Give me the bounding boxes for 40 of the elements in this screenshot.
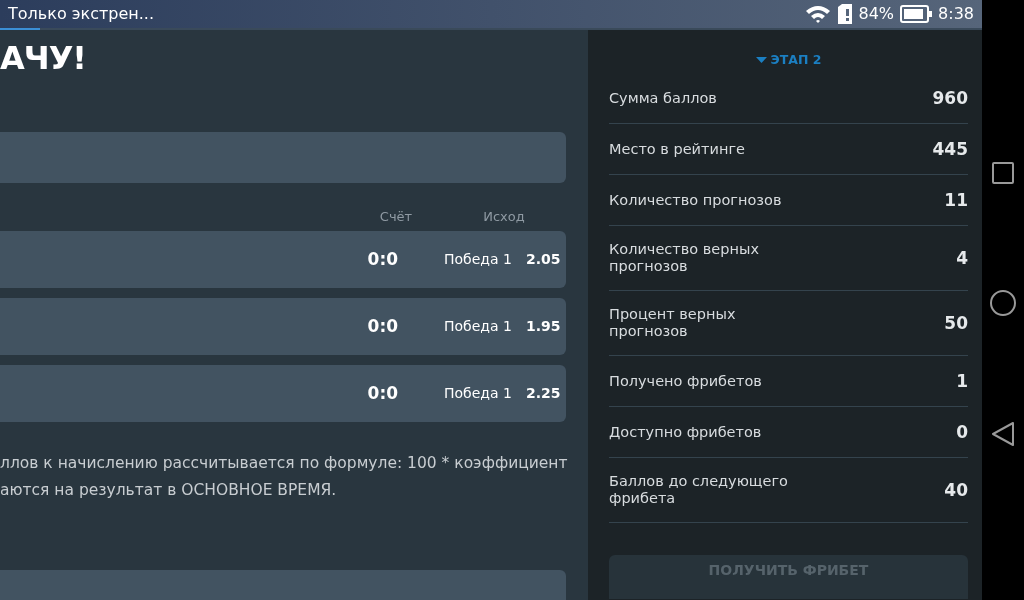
match-row[interactable]: 0:0 Победа 1 1.95 [0, 298, 566, 355]
wifi-icon [804, 4, 831, 24]
score-text: 0:0 [367, 314, 399, 338]
page-title: АЧУ! [0, 38, 87, 79]
stat-value: 50 [944, 314, 968, 332]
rules-text: ллов к начислению рассчитывается по формуле: 100 * коэффициент [0, 453, 566, 474]
sim-card-icon [836, 4, 853, 24]
home-icon[interactable] [989, 289, 1017, 317]
battery-percent: 84% [858, 3, 895, 25]
column-header: Исход [482, 208, 526, 226]
clock-time: 8:38 [938, 3, 974, 25]
stat-label: Количество прогнозов [609, 191, 783, 209]
outcome-text: Победа 1 [444, 384, 512, 403]
match-row[interactable]: 0:0 Победа 1 2.05 [0, 231, 566, 288]
outcome-text: Победа 1 [444, 250, 512, 269]
battery-icon [900, 5, 933, 23]
notification-text: Только экстрен... [8, 3, 155, 25]
column-header: Счёт [378, 208, 414, 226]
score-text: 0:0 [367, 247, 399, 271]
rules-text: аются на результат в ОСНОВНОЕ ВРЕМЯ. [0, 480, 338, 501]
stat-value: 40 [944, 481, 968, 499]
stat-value: 4 [956, 249, 968, 267]
score-text: 0:0 [367, 381, 399, 405]
recent-apps-icon[interactable] [991, 161, 1015, 185]
stat-value: 1 [956, 372, 968, 390]
stat-label: Количество верных прогнозов [609, 241, 760, 275]
stat-value: 0 [956, 423, 968, 441]
stat-label: Получено фрибетов [609, 372, 763, 390]
outcome-text: Победа 1 [444, 317, 512, 336]
stat-label: Процент верных прогнозов [609, 306, 737, 340]
stat-value: 445 [932, 140, 968, 158]
stat-label: Место в рейтинге [609, 140, 746, 158]
stat-label: Сумма баллов [609, 89, 718, 107]
stat-value: 11 [944, 191, 968, 209]
stat-label: Доступно фрибетов [609, 423, 763, 441]
stage-toggle[interactable]: ЭТАП 2 [609, 47, 968, 73]
match-row[interactable]: 0:0 Победа 1 2.25 [0, 365, 566, 422]
back-icon[interactable] [991, 421, 1015, 447]
stat-value: 960 [932, 89, 968, 107]
stat-label: Баллов до следующего фрибета [609, 473, 789, 507]
